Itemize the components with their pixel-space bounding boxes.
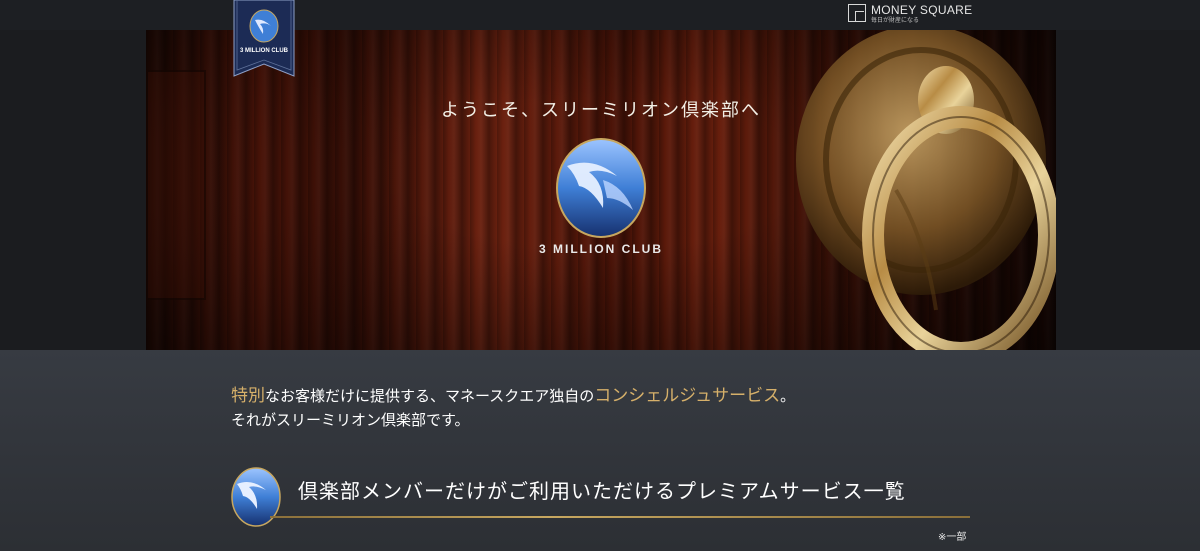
intro-line-2: それがスリーミリオン倶楽部です。 bbox=[231, 411, 470, 429]
club-ribbon-badge[interactable]: 3 MILLION CLUB bbox=[233, 0, 295, 78]
content-area: 特別なお客様だけに提供する、マネースクエア独自のコンシェルジュサービス。 それが… bbox=[0, 350, 1200, 551]
intro-text-2: 。 bbox=[780, 387, 796, 405]
intro-line-1: 特別なお客様だけに提供する、マネースクエア独自のコンシェルジュサービス。 bbox=[231, 384, 795, 408]
top-bar: MONEY SQUARE 毎日が財産になる bbox=[0, 0, 1200, 30]
door-knocker-illustration bbox=[796, 30, 1056, 350]
hero-club-name: 3 MILLION CLUB bbox=[539, 242, 663, 256]
ribbon-label: 3 MILLION CLUB bbox=[240, 48, 288, 54]
club-emblem-icon bbox=[556, 138, 646, 238]
intro-text: 特別なお客様だけに提供する、マネースクエア独自のコンシェルジュサービス。 それが… bbox=[231, 384, 795, 432]
intro-highlight-special: 特別 bbox=[231, 386, 265, 406]
section-divider bbox=[270, 516, 970, 518]
money-square-logo-icon bbox=[848, 4, 866, 22]
hero-title: ようこそ、スリーミリオン倶楽部へ bbox=[441, 100, 761, 121]
ribbon-icon bbox=[233, 0, 295, 77]
brand-tagline: 毎日が財産になる bbox=[871, 17, 920, 24]
section-emblem-icon bbox=[231, 467, 281, 527]
brand-name: MONEY SQUARE bbox=[871, 3, 973, 17]
partial-note: ※一部 bbox=[938, 532, 967, 543]
money-square-logo[interactable]: MONEY SQUARE 毎日が財産になる bbox=[848, 3, 972, 25]
section-title: 倶楽部メンバーだけがご利用いただけるプレミアムサービス一覧 bbox=[298, 479, 906, 503]
intro-text-1: なお客様だけに提供する、マネースクエア独自の bbox=[265, 387, 595, 405]
intro-highlight-concierge: コンシェルジュサービス bbox=[594, 386, 781, 406]
